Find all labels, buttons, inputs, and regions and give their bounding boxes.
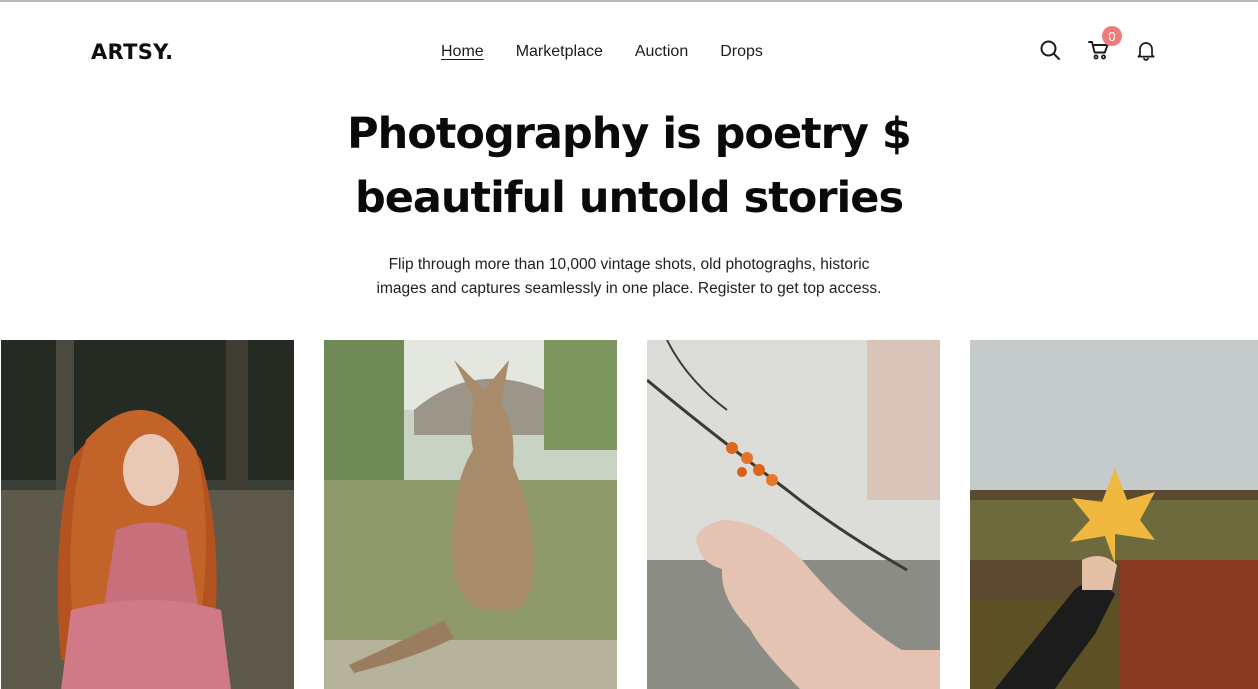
main-nav: Home Marketplace Auction Drops xyxy=(441,43,763,61)
hero-title-line-2: beautiful untold stories xyxy=(354,173,904,223)
photo-card-kangaroo[interactable] xyxy=(324,340,617,689)
nav-item-auction[interactable]: Auction xyxy=(635,43,688,61)
hero-subtitle: Flip through more than 10,000 vintage sh… xyxy=(0,253,1258,301)
hero-subtitle-line-2: images and captures seamlessly in one pl… xyxy=(376,280,882,297)
woman-red-hair-photo xyxy=(1,340,294,689)
hand-berries-photo xyxy=(647,340,940,689)
photo-card-leaf[interactable] xyxy=(970,340,1258,689)
nav-item-marketplace[interactable]: Marketplace xyxy=(516,43,603,61)
photo-card-berries[interactable] xyxy=(647,340,940,689)
hero-subtitle-line-1: Flip through more than 10,000 vintage sh… xyxy=(388,256,870,273)
cart-count-badge: 0 xyxy=(1102,26,1122,46)
header-actions xyxy=(1036,36,1160,66)
kangaroo-photo xyxy=(324,340,617,689)
notifications-button[interactable] xyxy=(1132,36,1160,64)
nav-item-home[interactable]: Home xyxy=(441,43,484,61)
search-button[interactable] xyxy=(1036,36,1064,64)
photo-card-woman[interactable] xyxy=(1,340,294,689)
photo-gallery xyxy=(0,340,1258,689)
hero-title-line-1: Photography is poetry $ xyxy=(347,109,912,159)
nav-item-drops[interactable]: Drops xyxy=(720,43,763,61)
brand-logo[interactable]: ARTSY. xyxy=(91,40,173,64)
hand-leaf-photo xyxy=(970,340,1258,689)
search-icon xyxy=(1040,40,1060,60)
bell-icon xyxy=(1137,42,1155,61)
hero-title: Photography is poetry $ beautiful untold… xyxy=(0,102,1258,230)
